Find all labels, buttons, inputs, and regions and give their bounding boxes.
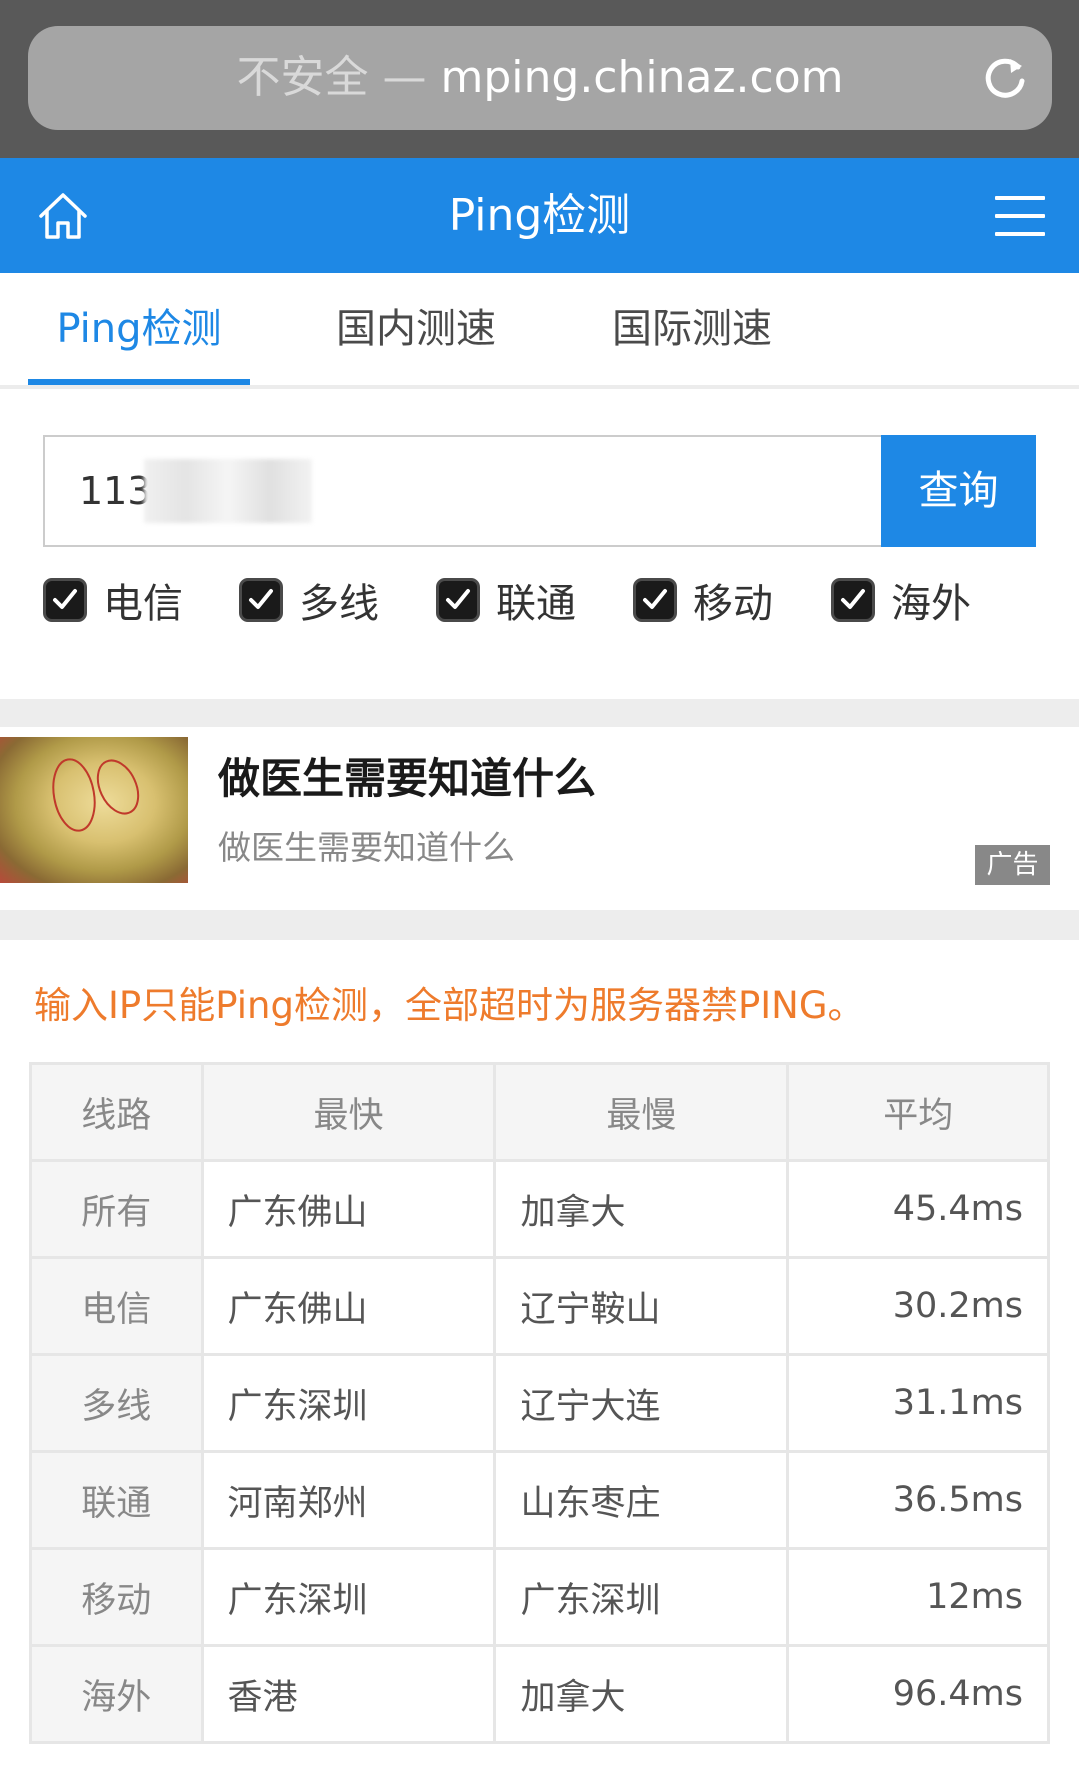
table-row: 海外 香港 加拿大 96.4ms <box>29 1644 1050 1744</box>
ad-image-annotation <box>52 758 140 832</box>
cell-slowest: 广东深圳 <box>493 1547 790 1647</box>
cell-slowest: 加拿大 <box>493 1159 790 1259</box>
checkbox-checked-icon[interactable] <box>43 578 87 622</box>
cell-average: 12ms <box>786 1547 1050 1647</box>
cell-fastest: 广东深圳 <box>200 1547 497 1647</box>
cell-slowest: 辽宁大连 <box>493 1353 790 1453</box>
cell-average: 36.5ms <box>786 1450 1050 1550</box>
cell-fastest: 广东佛山 <box>200 1256 497 1356</box>
cell-line: 电信 <box>29 1256 204 1356</box>
cell-line: 移动 <box>29 1547 204 1647</box>
cell-average: 31.1ms <box>786 1353 1050 1453</box>
tab-international-speed[interactable]: 国际测速 <box>592 273 792 385</box>
page-title: Ping检测 <box>448 190 631 241</box>
filter-multiline[interactable]: 多线 <box>239 569 379 631</box>
cell-average: 96.4ms <box>786 1644 1050 1744</box>
ad-banner[interactable]: 做医生需要知道什么 做医生需要知道什么 广告 <box>0 727 1079 910</box>
filter-label: 多线 <box>299 581 379 627</box>
section-divider <box>0 910 1079 940</box>
header-slowest: 最慢 <box>493 1062 790 1162</box>
cell-average: 30.2ms <box>786 1256 1050 1356</box>
filter-label: 移动 <box>693 581 773 627</box>
table-row: 联通 河南郑州 山东枣庄 36.5ms <box>29 1450 1050 1550</box>
app-header: Ping检测 <box>0 158 1079 273</box>
ad-badge: 广告 <box>975 845 1050 885</box>
tab-bar: Ping检测 国内测速 国际测速 <box>0 273 1079 389</box>
ad-image[interactable] <box>0 737 188 883</box>
header-fastest: 最快 <box>200 1062 497 1162</box>
table-row: 移动 广东深圳 广东深圳 12ms <box>29 1547 1050 1647</box>
url-domain: mping.chinaz.com <box>440 52 844 103</box>
filter-label: 海外 <box>891 581 971 627</box>
ad-subtitle: 做医生需要知道什么 <box>218 828 515 867</box>
cell-line: 多线 <box>29 1353 204 1453</box>
search-section: 113. 查询 电信 多线 联通 移动 海外 <box>0 389 1079 699</box>
filter-unicom[interactable]: 联通 <box>436 569 576 631</box>
table-header-row: 线路 最快 最慢 平均 <box>29 1062 1050 1162</box>
cell-line: 海外 <box>29 1644 204 1744</box>
checkbox-checked-icon[interactable] <box>633 578 677 622</box>
tab-domestic-speed[interactable]: 国内测速 <box>316 273 516 385</box>
cell-line: 所有 <box>29 1159 204 1259</box>
reload-icon[interactable] <box>980 53 1030 103</box>
cell-line: 联通 <box>29 1450 204 1550</box>
filter-overseas[interactable]: 海外 <box>831 569 971 631</box>
cell-slowest: 加拿大 <box>493 1644 790 1744</box>
cell-slowest: 辽宁鞍山 <box>493 1256 790 1356</box>
table-row: 所有 广东佛山 加拿大 45.4ms <box>29 1159 1050 1259</box>
cell-fastest: 河南郑州 <box>200 1450 497 1550</box>
browser-toolbar: 不安全 — mping.chinaz.com <box>0 0 1079 158</box>
line-filters: 电信 多线 联通 移动 海外 <box>43 569 1043 631</box>
header-line: 线路 <box>29 1062 204 1162</box>
url-text[interactable]: 不安全 — mping.chinaz.com <box>28 26 1052 130</box>
filter-label: 电信 <box>103 581 183 627</box>
cell-average: 45.4ms <box>786 1159 1050 1259</box>
cell-fastest: 广东深圳 <box>200 1353 497 1453</box>
notice-text: 输入IP只能Ping检测，全部超时为服务器禁PING。 <box>34 984 865 1027</box>
menu-icon[interactable] <box>995 194 1045 238</box>
query-button[interactable]: 查询 <box>881 435 1036 547</box>
insecure-label: 不安全 — <box>236 52 427 103</box>
filter-telecom[interactable]: 电信 <box>43 569 183 631</box>
tab-ping[interactable]: Ping检测 <box>28 273 250 385</box>
table-row: 多线 广东深圳 辽宁大连 31.1ms <box>29 1353 1050 1453</box>
ping-results-table: 线路 最快 最慢 平均 所有 广东佛山 加拿大 45.4ms 电信 广东佛山 辽… <box>29 1062 1050 1744</box>
checkbox-checked-icon[interactable] <box>436 578 480 622</box>
ad-title[interactable]: 做医生需要知道什么 <box>218 745 596 806</box>
table-row: 电信 广东佛山 辽宁鞍山 30.2ms <box>29 1256 1050 1356</box>
filter-label: 联通 <box>496 581 576 627</box>
checkbox-checked-icon[interactable] <box>239 578 283 622</box>
address-bar[interactable]: 不安全 — mping.chinaz.com <box>28 26 1052 130</box>
cell-fastest: 广东佛山 <box>200 1159 497 1259</box>
cell-fastest: 香港 <box>200 1644 497 1744</box>
cell-slowest: 山东枣庄 <box>493 1450 790 1550</box>
active-tab-indicator <box>28 379 250 385</box>
checkbox-checked-icon[interactable] <box>831 578 875 622</box>
redacted-ip-blur <box>144 459 312 523</box>
filter-mobile[interactable]: 移动 <box>633 569 773 631</box>
section-divider <box>0 699 1079 727</box>
header-average: 平均 <box>786 1062 1050 1162</box>
